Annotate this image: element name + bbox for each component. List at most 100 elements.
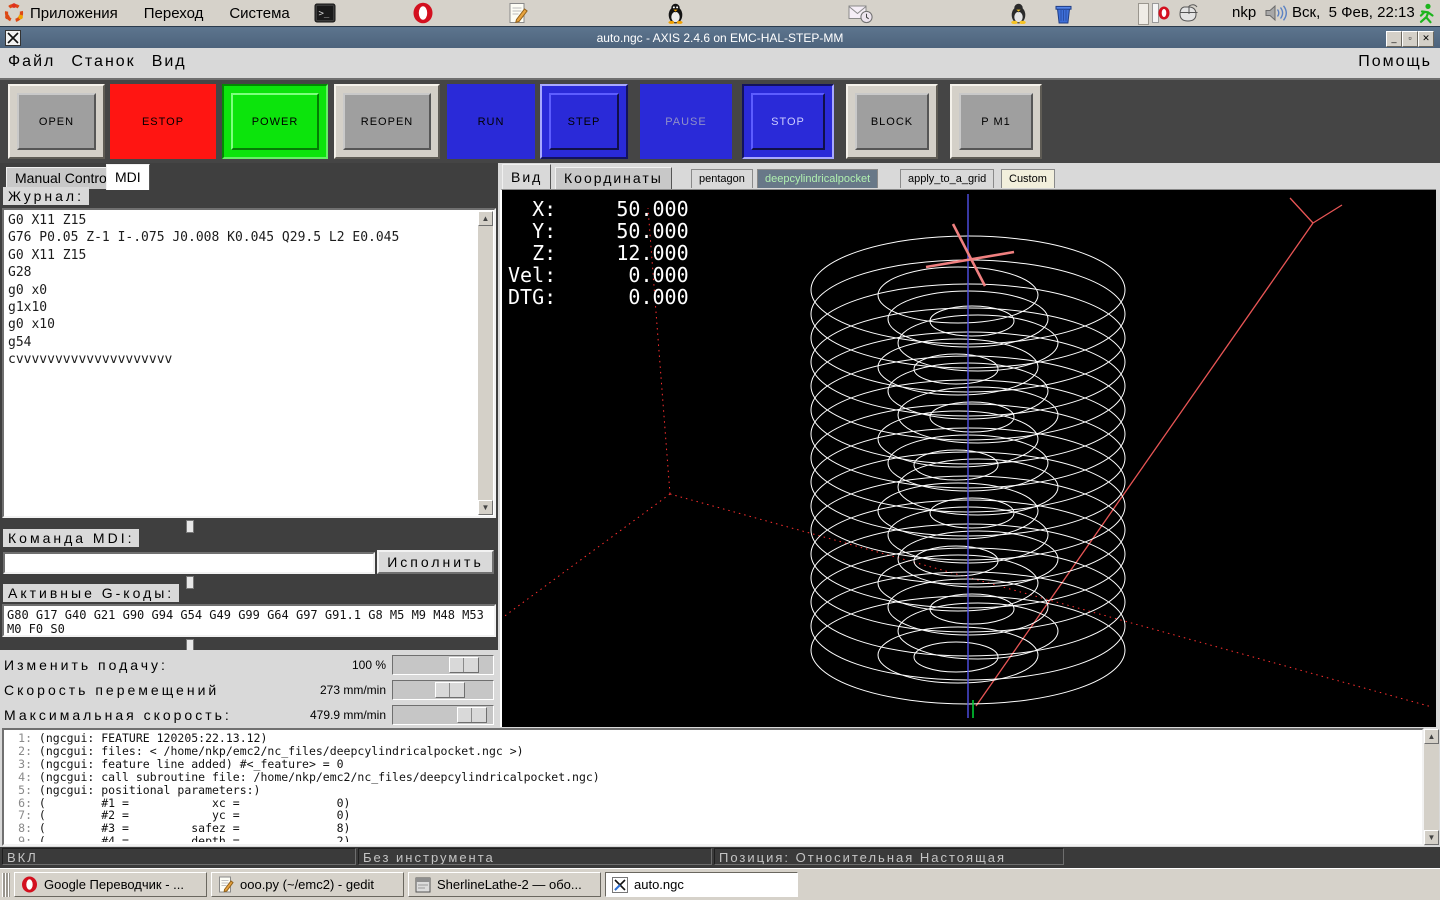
tab-вид[interactable]: Вид [502,164,551,190]
override-sliders: Изменить подачу:100 % Скорость перемещени… [0,650,498,727]
trash-icon[interactable] [1054,2,1073,24]
log-label: Журнал: [3,187,89,206]
tray-separator [1138,3,1149,25]
menu-3[interactable]: Вид [152,53,187,71]
mdi-command-label: Команда MDI: [3,529,139,548]
mdi-command-input[interactable] [3,552,375,574]
toolbar-button-run[interactable]: RUN [447,84,535,159]
logout-icon[interactable] [1418,2,1435,24]
toolbar: OPENESTOPPOWERREOPENRUNSTEPPAUSESTOPBLOC… [0,80,1440,163]
clock-label[interactable]: Вск, 5 Фев, 22:13 [1292,4,1415,21]
panel-menu-2[interactable]: Переход [144,5,204,22]
slider-thumb[interactable] [449,657,479,673]
menu-help[interactable]: Помощь [1358,53,1432,71]
preview-panel: ВидКоординаты pentagondeepcylindricalpock… [498,163,1440,727]
mdi-execute-button[interactable]: Исполнить [377,550,494,574]
taskbar-button-4[interactable]: auto.ngc [605,872,798,897]
slider-label: Скорость перемещений [4,682,219,698]
tux-icon[interactable] [667,2,684,24]
toolbar-button-block[interactable]: BLOCK [846,84,938,159]
tab-pentagon[interactable]: pentagon [691,169,753,188]
minimize-button[interactable]: _ [1386,31,1402,47]
status-section-1: ВКЛ [2,848,356,865]
slider-value: 479.9 mm/min [310,708,392,722]
backplot-canvas[interactable]: X: 50.000 Y: 50.000 Z: 12.000 Vel: 0.000… [500,189,1436,727]
sash-handle[interactable] [186,576,194,589]
slider-track[interactable] [392,655,494,675]
tab-deepcylindricalpocket[interactable]: deepcylindricalpocket [757,169,878,188]
panel-menu-1[interactable]: Приложения [30,5,118,22]
slider-row-2: Скорость перемещений273 mm/min [4,679,494,701]
edit-note-icon[interactable] [508,2,528,24]
mail-clock-icon[interactable] [848,2,873,24]
speaker-icon[interactable] [1264,2,1288,24]
toolbar-button-open[interactable]: OPEN [8,84,105,159]
gcode-text: 1: (ngcgui: FEATURE 120205:22.13.12)2: (… [6,732,1420,842]
mdi-history[interactable]: G0 X11 Z15 G76 P0.05 Z-1 I-.075 J0.008 K… [2,208,496,518]
scroll-down-icon[interactable]: ▼ [478,500,493,515]
status-bar: ВКЛБез инструментаПозиция: Относительная… [0,847,1440,868]
opera-badge-icon[interactable] [1152,2,1170,24]
gnome-top-panel: Приложения Переход Система >_ nkp Вск, 5 Ф… [0,0,1440,27]
slider-thumb[interactable] [435,682,465,698]
taskbar-button-label: ooo.py (~/emc2) - gedit [240,877,374,892]
gcode-listing[interactable]: 1: (ngcgui: FEATURE 120205:22.13.12)2: (… [2,728,1424,846]
menubar: Файл Станок Вид Помощь [0,48,1440,80]
close-button[interactable]: ✕ [1418,31,1434,47]
menu-1[interactable]: Файл [8,53,55,71]
scroll-up-icon[interactable]: ▲ [478,211,493,226]
taskbar-button-3[interactable]: SherlineLathe-2 — обо... [408,872,601,897]
taskbar-button-2[interactable]: ooo.py (~/emc2) - gedit [211,872,404,897]
gcode-line: 9: ( #4 = depth = 2) [6,835,1420,842]
maximize-button[interactable]: ▫ [1402,31,1418,47]
toolbar-button-reopen[interactable]: REOPEN [334,84,440,159]
taskbar: Google Переводчик - ... ooo.py (~/emc2) -… [0,868,1440,900]
toolbar-button-step[interactable]: STEP [540,84,628,159]
ubuntu-menu-icon[interactable] [4,2,24,24]
terminal-icon[interactable]: >_ [314,2,336,24]
toolbar-button-pause[interactable]: PAUSE [640,84,732,159]
mouse-icon[interactable] [1178,2,1200,24]
toolbar-button-estop[interactable]: ESTOP [110,84,216,159]
tab-координаты[interactable]: Координаты [555,167,672,189]
gcode-panel: 1: (ngcgui: FEATURE 120205:22.13.12)2: (… [0,727,1440,847]
menu-2[interactable]: Станок [71,53,135,71]
username-label: nkp [1232,4,1256,21]
slider-thumb[interactable] [457,707,487,723]
gcode-scrollbar[interactable]: ▲ ▼ [1424,729,1439,845]
panel-menus: Приложения Переход Система [30,0,290,26]
taskbar-handle[interactable] [2,873,10,897]
taskbar-button-1[interactable]: Google Переводчик - ... [14,872,207,897]
status-section-3: Позиция: Относительная Настоящая [714,848,1064,865]
toolbar-button-stop[interactable]: STOP [742,84,834,159]
penguin-icon[interactable] [1010,2,1027,24]
taskbar-button-label: Google Переводчик - ... [44,877,184,892]
toolbar-button-power[interactable]: POWER [222,84,328,159]
tab-apply_to_a_grid[interactable]: apply_to_a_grid [900,169,994,188]
sash-handle[interactable] [186,520,194,533]
slider-track[interactable] [392,705,494,725]
history-scrollbar[interactable]: ▲ ▼ [478,211,493,515]
opera-task-icon [21,876,38,893]
window-title: auto.ngc - AXIS 2.4.6 on EMC-HAL-STEP-MM [0,31,1440,45]
tab-mdi[interactable]: MDI [106,164,150,190]
window-titlebar[interactable]: auto.ngc - AXIS 2.4.6 on EMC-HAL-STEP-MM… [0,26,1440,49]
axis-icon [612,877,628,893]
active-gcodes-box: G80 G17 G40 G21 G90 G94 G54 G49 G99 G64 … [2,604,496,637]
tab-custom[interactable]: Custom [1001,169,1055,188]
slider-track[interactable] [392,680,494,700]
control-panel: Manual ControlMDI Журнал: G0 X11 Z15 G76… [0,163,498,727]
active-gcodes-label: Активные G-коды: [3,584,179,603]
toolbar-button-p-m1[interactable]: P M1 [950,84,1042,159]
taskbar-button-label: SherlineLathe-2 — обо... [437,877,582,892]
slider-row-3: Максимальная скорость:479.9 mm/min [4,704,494,726]
panel-menu-3[interactable]: Система [229,5,289,22]
opera-icon[interactable] [412,2,434,24]
taskbar-button-label: auto.ngc [634,877,684,892]
tab-manual-control[interactable]: Manual Control [6,167,119,189]
scroll-down-icon[interactable]: ▼ [1424,830,1439,845]
scroll-up-icon[interactable]: ▲ [1424,729,1439,744]
svg-text:>_: >_ [319,9,330,19]
slider-row-1: Изменить подачу:100 % [4,654,494,676]
window-icon [415,877,431,893]
